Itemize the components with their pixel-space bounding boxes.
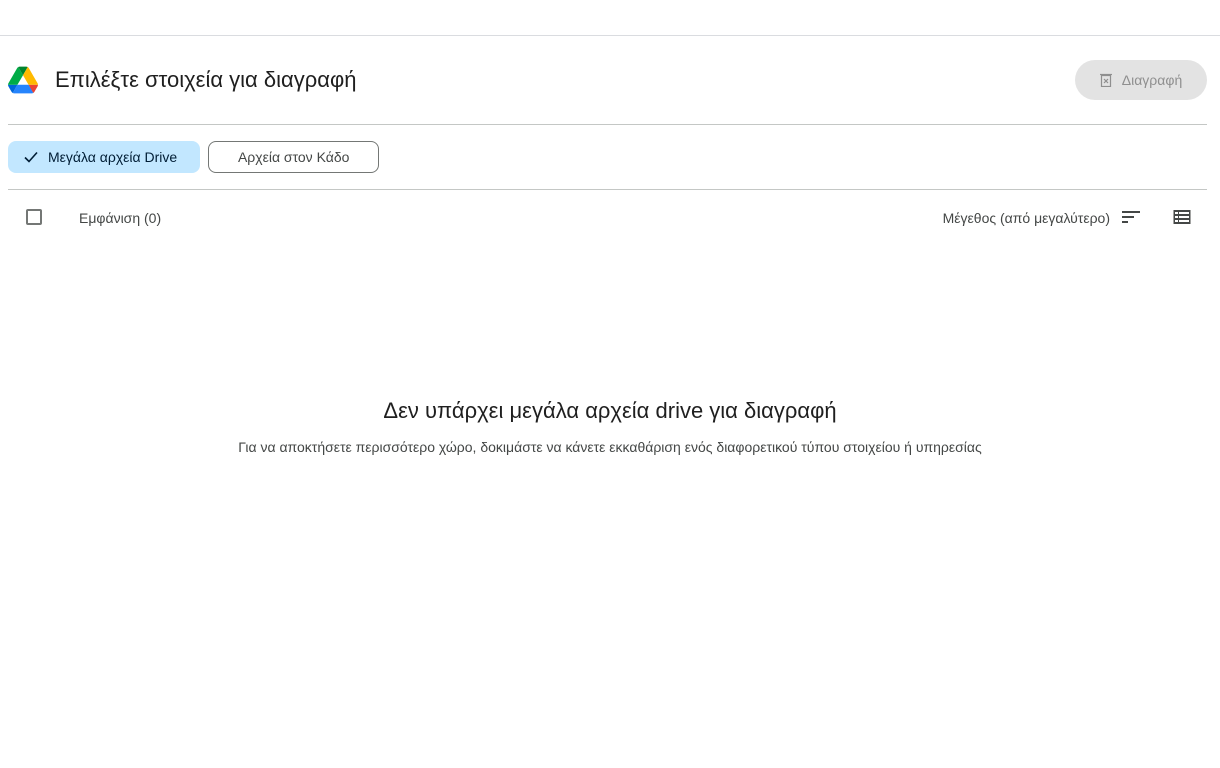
page-header: Επιλέξτε στοιχεία για διαγραφή Διαγραφή bbox=[8, 60, 1207, 125]
list-header: Εμφάνιση (0) Μέγεθος (από μεγαλύτερο) bbox=[8, 200, 1207, 236]
top-bar bbox=[0, 0, 1220, 36]
chip-trash-files[interactable]: Αρχεία στον Κάδο bbox=[208, 141, 380, 173]
sort-icon[interactable] bbox=[1121, 209, 1141, 225]
select-all-checkbox[interactable] bbox=[26, 209, 42, 225]
chip-label: Αρχεία στον Κάδο bbox=[237, 149, 350, 165]
google-drive-logo-icon bbox=[8, 66, 38, 94]
sort-label[interactable]: Μέγεθος (από μεγαλύτερο) bbox=[943, 210, 1110, 226]
chip-large-drive-files[interactable]: Μεγάλα αρχεία Drive bbox=[8, 141, 201, 173]
empty-state-title: Δεν υπάρχει μεγάλα αρχεία drive για διαγ… bbox=[383, 398, 837, 423]
show-count: Εμφάνιση (0) bbox=[79, 210, 162, 226]
page-title: Επιλέξτε στοιχεία για διαγραφή bbox=[55, 67, 357, 92]
divider bbox=[8, 189, 1207, 190]
trash-icon bbox=[1099, 73, 1112, 87]
delete-label: Διαγραφή bbox=[1121, 72, 1183, 88]
empty-state-subtitle: Για να αποκτήσετε περισσότερο χώρο, δοκι… bbox=[238, 439, 982, 455]
list-view-icon[interactable] bbox=[1173, 209, 1191, 225]
chip-label: Μεγάλα αρχεία Drive bbox=[48, 149, 178, 165]
check-icon bbox=[24, 151, 38, 163]
filter-chips: Μεγάλα αρχεία Drive Αρχεία στον Κάδο bbox=[8, 141, 380, 173]
delete-button[interactable]: Διαγραφή bbox=[1075, 60, 1207, 100]
